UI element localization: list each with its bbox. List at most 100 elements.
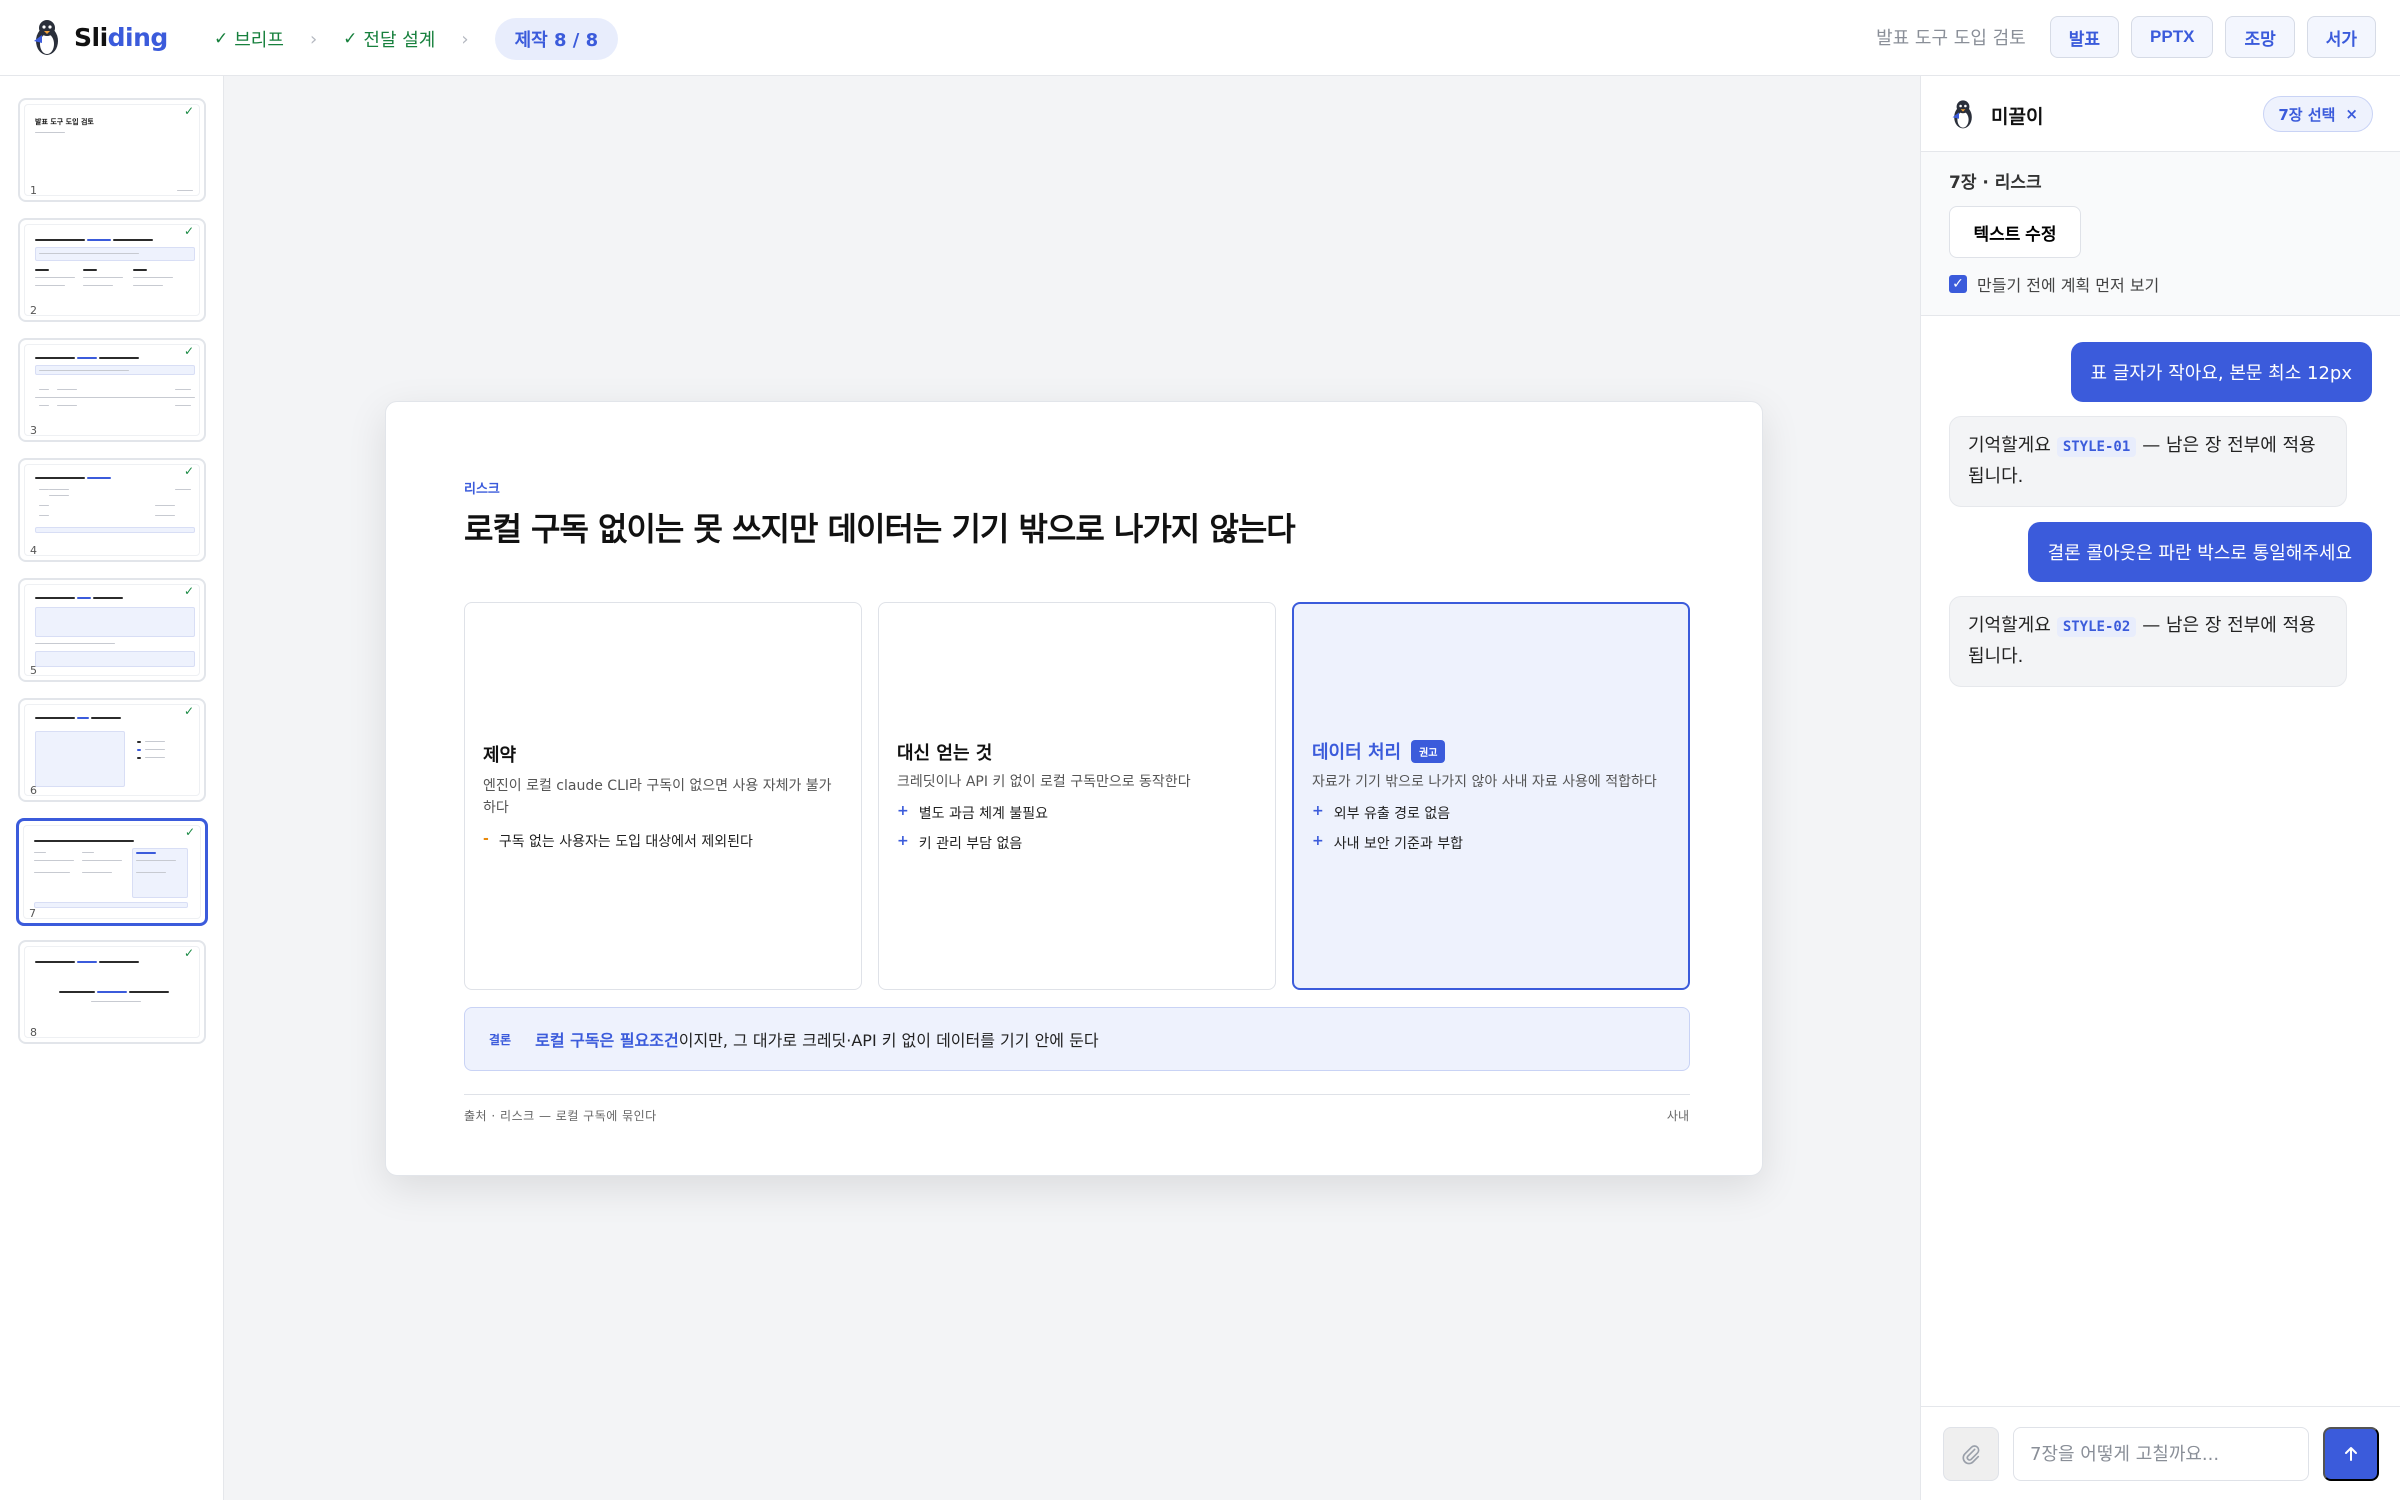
pptx-export-button[interactable]: PPTX bbox=[2131, 16, 2214, 58]
header-actions: 발표 도구 도입 검토 발표 PPTX 조망 서가 bbox=[1876, 16, 2376, 58]
done-check-icon: ✓ bbox=[183, 224, 194, 238]
app-logo[interactable]: Sliding bbox=[30, 17, 168, 57]
slide-number: 1 bbox=[30, 184, 37, 197]
step-brief[interactable]: ✓ 브리프 bbox=[214, 26, 284, 52]
conclusion-callout[interactable]: 결론 로컬 구독은 필요조건이지만, 그 대가로 크레딧·API 키 없이 데이… bbox=[464, 1007, 1690, 1071]
slide-thumbnail-4[interactable]: ✓ 4 bbox=[18, 458, 206, 562]
card-bullet: - 구독 없는 사용자는 도입 대상에서 제외된다 bbox=[483, 831, 753, 850]
slide-number: 6 bbox=[30, 784, 37, 797]
card-bullet: + 키 관리 부담 없음 bbox=[897, 833, 1023, 852]
plan-first-option[interactable]: ✓ 만들기 전에 계획 먼저 보기 bbox=[1949, 272, 2159, 296]
slide-thumbnail-2[interactable]: ✓ 2 bbox=[18, 218, 206, 322]
slide-title: 로컬 구독 없이는 못 쓰지만 데이터는 기기 밖으로 나가지 않는다 bbox=[464, 510, 1296, 548]
card-bullet: + 별도 과금 체계 불필요 bbox=[897, 803, 1049, 822]
slide-thumbnail-6[interactable]: ✓ 6 bbox=[18, 698, 206, 802]
present-button[interactable]: 발표 bbox=[2049, 16, 2120, 58]
attach-button[interactable] bbox=[1943, 1427, 1999, 1481]
slide-number: 7 bbox=[29, 907, 36, 920]
step-brief-label: 브리프 bbox=[234, 30, 284, 51]
benefit-card[interactable]: 대신 얻는 것 크레딧이나 API 키 없이 로컬 구독만으로 동작한다 + 별… bbox=[878, 602, 1276, 990]
top-bar: Sliding ✓ 브리프 › ✓ 전달 설계 › 제작 8 / 8 발표 도구… bbox=[0, 0, 2400, 76]
done-check-icon: ✓ bbox=[183, 584, 194, 598]
slide-thumbnail-7[interactable]: ✓ 7 bbox=[16, 818, 208, 926]
slide-canvas: 리스크 로컬 구독 없이는 못 쓰지만 데이터는 기기 밖으로 나가지 않는다 … bbox=[224, 76, 1920, 1500]
panel-header: 미끌이 7장 선택 × bbox=[1921, 76, 2400, 152]
thumbnail-preview bbox=[24, 584, 200, 676]
data-handling-card[interactable]: 데이터 처리 권고 자료가 기기 밖으로 나가지 않아 사내 자료 사용에 적합… bbox=[1292, 602, 1690, 990]
selection-chip[interactable]: 7장 선택 × bbox=[2263, 96, 2373, 132]
user-message: 표 글자가 작아요, 본문 최소 12px bbox=[2070, 342, 2372, 402]
card-bullet: + 외부 유출 경로 없음 bbox=[1312, 803, 1451, 822]
slide-number: 4 bbox=[30, 544, 37, 557]
done-check-icon: ✓ bbox=[183, 704, 194, 718]
slide-number: 8 bbox=[30, 1026, 37, 1039]
slide-number: 3 bbox=[30, 424, 37, 437]
slide-classification: 사내 bbox=[1666, 1109, 1689, 1123]
check-icon: ✓ bbox=[214, 29, 229, 49]
assistant-name: 미끌이 bbox=[1991, 106, 2044, 128]
done-check-icon: ✓ bbox=[183, 344, 194, 358]
plus-marker-icon: + bbox=[897, 833, 909, 849]
slide-7[interactable]: 리스크 로컬 구독 없이는 못 쓰지만 데이터는 기기 밖으로 나가지 않는다 … bbox=[385, 401, 1763, 1176]
workflow-steps: ✓ 브리프 › ✓ 전달 설계 › 제작 8 / 8 bbox=[214, 18, 619, 60]
slide-thumbnail-8[interactable]: ✓ 8 bbox=[18, 940, 206, 1044]
edit-text-button[interactable]: 텍스트 수정 bbox=[1949, 206, 2081, 258]
done-check-icon: ✓ bbox=[183, 946, 194, 960]
conclusion-label: 결론 bbox=[489, 1032, 512, 1047]
conclusion-text: 로컬 구독은 필요조건이지만, 그 대가로 크레딧·API 키 없이 데이터를 … bbox=[535, 1031, 1099, 1050]
card-bullet: + 사내 보안 기준과 부합 bbox=[1312, 833, 1464, 852]
thumbnail-preview bbox=[23, 825, 201, 919]
slide-thumbnail-list: 발표 도구 도입 검토 ✓ 1 ✓ 2 ✓ 3 ✓ 4 ✓ 5 ✓ 6 ✓ 7 … bbox=[0, 76, 224, 1500]
thumbnail-title: 발표 도구 도입 검토 bbox=[35, 118, 94, 126]
slide-eyebrow: 리스크 bbox=[464, 482, 500, 497]
send-button[interactable] bbox=[2323, 1427, 2379, 1481]
penguin-logo-icon bbox=[34, 20, 58, 55]
step-design[interactable]: ✓ 전달 설계 bbox=[343, 26, 435, 52]
plan-first-label: 만들기 전에 계획 먼저 보기 bbox=[1977, 276, 2160, 295]
dash-marker-icon: - bbox=[483, 831, 489, 847]
slide-number: 5 bbox=[30, 664, 37, 677]
card-description: 엔진이 로컬 claude CLI라 구독이 없으면 사용 자체가 불가하다 bbox=[483, 778, 832, 816]
card-description: 크레딧이나 API 키 없이 로컬 구독만으로 동작한다 bbox=[897, 774, 1191, 790]
slide-thumbnail-3[interactable]: ✓ 3 bbox=[18, 338, 206, 442]
app-name: Sliding bbox=[74, 22, 168, 52]
thumbnail-preview bbox=[24, 224, 200, 316]
check-icon: ✓ bbox=[343, 29, 358, 49]
footer-divider bbox=[464, 1094, 1690, 1095]
card-description: 자료가 기기 밖으로 나가지 않아 사내 자료 사용에 적합하다 bbox=[1312, 774, 1657, 790]
done-check-icon: ✓ bbox=[183, 104, 194, 118]
penguin-avatar-icon bbox=[1952, 100, 1972, 129]
card-heading: 데이터 처리 권고 bbox=[1312, 738, 1446, 764]
message-input[interactable] bbox=[2013, 1427, 2309, 1481]
checkbox-checked-icon[interactable]: ✓ bbox=[1949, 275, 1967, 293]
chevron-right-icon: › bbox=[461, 28, 469, 50]
constraint-card[interactable]: 제약 엔진이 로컬 claude CLI라 구독이 없으면 사용 자체가 불가하… bbox=[464, 602, 862, 990]
document-title: 발표 도구 도입 검토 bbox=[1876, 28, 2026, 49]
thumbnail-preview bbox=[24, 464, 200, 556]
chevron-right-icon: › bbox=[309, 28, 318, 50]
arrow-up-icon bbox=[2345, 1447, 2357, 1461]
done-check-icon: ✓ bbox=[183, 464, 194, 478]
slide-thumbnail-1[interactable]: 발표 도구 도입 검토 ✓ 1 bbox=[18, 98, 206, 202]
step-current[interactable]: 제작 8 / 8 bbox=[494, 18, 619, 60]
context-title: 7장 · 리스크 bbox=[1949, 173, 2042, 193]
thumbnail-preview bbox=[24, 946, 200, 1038]
close-icon[interactable]: × bbox=[2345, 105, 2358, 123]
overview-button[interactable]: 조망 bbox=[2225, 16, 2295, 58]
library-button[interactable]: 서가 bbox=[2306, 16, 2376, 58]
card-heading: 대신 얻는 것 bbox=[897, 743, 993, 764]
done-check-icon: ✓ bbox=[184, 825, 195, 839]
user-message: 결론 콜아웃은 파란 박스로 통일해주세요 bbox=[2027, 522, 2372, 582]
style-rule-code: STYLE-01 bbox=[2056, 437, 2137, 457]
composer bbox=[1921, 1406, 2400, 1500]
selection-chip-label: 7장 선택 bbox=[2278, 105, 2336, 124]
thumbnail-preview bbox=[24, 344, 200, 436]
slide-thumbnail-5[interactable]: ✓ 5 bbox=[18, 578, 206, 682]
plus-marker-icon: + bbox=[1312, 803, 1324, 819]
assistant-message: 기억할게요 STYLE-01— 남은 장 전부에 적용됩니다. bbox=[1949, 416, 2347, 507]
assistant-panel: 미끌이 7장 선택 × 7장 · 리스크 텍스트 수정 ✓ 만들기 전에 계획 … bbox=[1920, 76, 2400, 1500]
step-design-label: 전달 설계 bbox=[363, 30, 436, 51]
thumbnail-preview: 발표 도구 도입 검토 bbox=[24, 104, 200, 196]
assistant-message: 기억할게요 STYLE-02— 남은 장 전부에 적용됩니다. bbox=[1949, 596, 2347, 687]
style-rule-code: STYLE-02 bbox=[2056, 617, 2137, 637]
